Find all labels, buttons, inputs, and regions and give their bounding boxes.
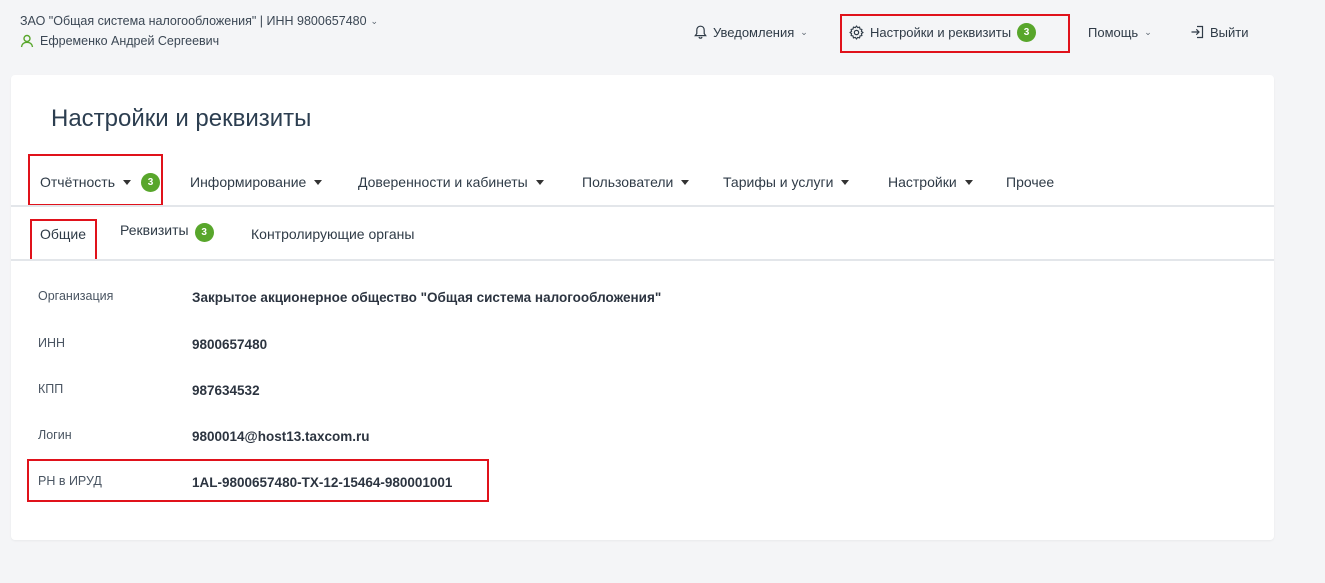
field-label-rn-irud: РН в ИРУД bbox=[38, 474, 102, 488]
tab-badge: 3 bbox=[141, 172, 161, 192]
field-value-organization: Закрытое акционерное общество "Общая сис… bbox=[192, 290, 662, 305]
user-icon bbox=[20, 34, 34, 48]
settings-badge: 3 bbox=[1017, 22, 1037, 42]
user-info: Ефременко Андрей Сергеевич bbox=[20, 34, 219, 48]
chevron-down-icon: ⌄ bbox=[370, 15, 379, 26]
caret-down-icon bbox=[535, 179, 544, 185]
tab-label: Доверенности и кабинеты bbox=[358, 174, 528, 190]
caret-down-icon bbox=[964, 179, 973, 185]
logout-button[interactable]: Выйти bbox=[1190, 20, 1249, 44]
user-name: Ефременко Андрей Сергеевич bbox=[40, 34, 220, 48]
logout-label: Выйти bbox=[1210, 24, 1249, 40]
field-label-organization: Организация bbox=[38, 289, 114, 303]
chevron-down-icon: ⌄ bbox=[800, 26, 808, 37]
tab-settings[interactable]: Настройки bbox=[888, 171, 973, 193]
caret-down-icon bbox=[314, 179, 323, 185]
org-name: ЗАО "Общая система налогообложения" | ИН… bbox=[20, 14, 367, 28]
page-title: Настройки и реквизиты bbox=[51, 105, 312, 132]
top-bar: ЗАО "Общая система налогообложения" | ИН… bbox=[0, 0, 1325, 72]
chevron-down-icon: ⌄ bbox=[1144, 26, 1152, 37]
gear-icon bbox=[849, 24, 864, 40]
notifications-menu[interactable]: Уведомления ⌄ bbox=[694, 20, 808, 44]
settings-label: Настройки и реквизиты bbox=[870, 24, 1012, 40]
subtab-regulators[interactable]: Контролирующие органы bbox=[251, 223, 414, 245]
caret-down-icon bbox=[123, 179, 132, 185]
tab-users[interactable]: Пользователи bbox=[582, 171, 690, 193]
field-label-kpp: КПП bbox=[38, 382, 64, 396]
tab-other[interactable]: Прочее bbox=[1006, 171, 1054, 193]
tabs-divider bbox=[11, 205, 1274, 207]
tab-label: Пользователи bbox=[582, 174, 674, 190]
tab-informing[interactable]: Информирование bbox=[190, 171, 323, 193]
subtab-badge: 3 bbox=[194, 222, 214, 242]
subtab-label: Общие bbox=[40, 226, 87, 242]
help-menu[interactable]: Помощь ⌄ bbox=[1088, 20, 1152, 44]
subtab-label: Контролирующие органы bbox=[251, 226, 415, 242]
subtab-requisites[interactable]: Реквизиты 3 bbox=[120, 219, 214, 242]
org-selector[interactable]: ЗАО "Общая система налогообложения" | ИН… bbox=[20, 14, 378, 28]
tab-powers-of-attorney[interactable]: Доверенности и кабинеты bbox=[358, 171, 544, 193]
tab-label: Отчётность bbox=[40, 174, 116, 190]
tab-label: Тарифы и услуги bbox=[723, 174, 834, 190]
tab-label: Настройки bbox=[888, 174, 957, 190]
tab-reporting[interactable]: Отчётность 3 bbox=[40, 171, 161, 193]
field-value-rn-irud: 1AL-9800657480-TX-12-15464-980001001 bbox=[192, 475, 453, 490]
field-label-login: Логин bbox=[38, 428, 72, 442]
caret-down-icon bbox=[841, 179, 850, 185]
field-label-inn: ИНН bbox=[38, 336, 66, 350]
subtab-label: Реквизиты bbox=[120, 222, 189, 238]
settings-card: Настройки и реквизиты Отчётность 3 Инфор… bbox=[11, 75, 1274, 540]
notifications-label: Уведомления bbox=[713, 24, 795, 40]
logout-icon bbox=[1190, 25, 1204, 39]
bell-icon bbox=[694, 25, 707, 39]
tab-label: Информирование bbox=[190, 174, 307, 190]
subtabs-divider bbox=[11, 259, 1274, 261]
tab-label: Прочее bbox=[1006, 174, 1055, 190]
subtab-general[interactable]: Общие bbox=[40, 223, 86, 245]
caret-down-icon bbox=[681, 179, 690, 185]
field-value-login: 9800014@host13.taxcom.ru bbox=[192, 429, 370, 444]
field-value-kpp: 987634532 bbox=[192, 383, 260, 398]
help-label: Помощь bbox=[1088, 24, 1139, 40]
tab-tariffs[interactable]: Тарифы и услуги bbox=[723, 171, 850, 193]
field-value-inn: 9800657480 bbox=[192, 337, 268, 352]
settings-menu[interactable]: Настройки и реквизиты 3 bbox=[849, 20, 1037, 44]
